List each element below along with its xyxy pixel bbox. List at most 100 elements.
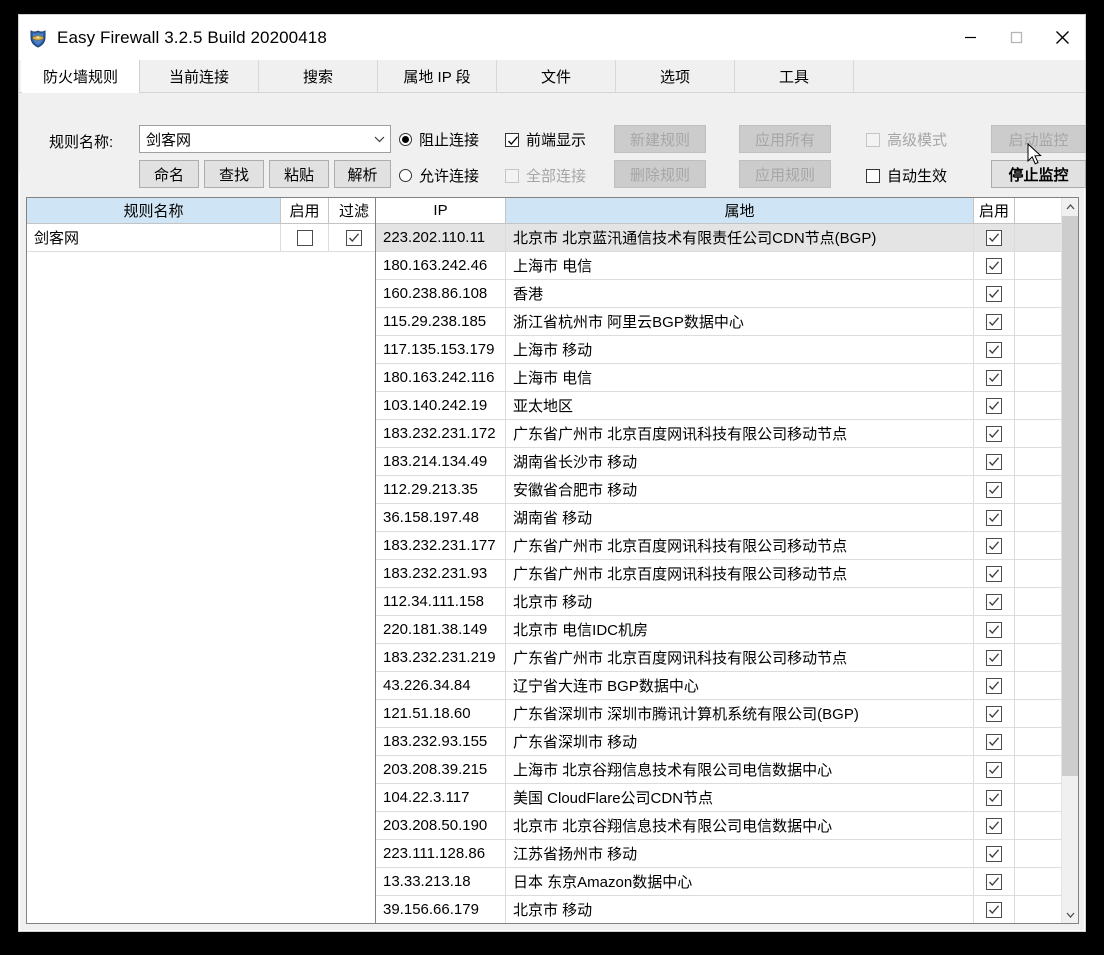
ip-enable-checkbox[interactable]: [986, 621, 1002, 638]
ip-enable-checkbox[interactable]: [986, 509, 1002, 526]
paste-button[interactable]: 粘贴: [269, 160, 329, 188]
scroll-up-icon[interactable]: [1062, 198, 1078, 215]
column-header-enable[interactable]: 启用: [281, 198, 329, 223]
minimize-icon[interactable]: [947, 15, 993, 60]
ip-table-row[interactable]: 104.22.3.117 美国 CloudFlare公司CDN节点: [376, 784, 1078, 812]
ip-table-row[interactable]: 39.156.66.179 北京市 移动: [376, 896, 1078, 923]
location-cell: 日本 东京Amazon数据中心: [506, 868, 974, 895]
ip-spacer-cell: [1015, 812, 1058, 839]
ip-table-row[interactable]: 183.232.231.172 广东省广州市 北京百度网讯科技有限公司移动节点: [376, 420, 1078, 448]
ip-spacer-cell: [1015, 280, 1058, 307]
ip-table-row[interactable]: 220.181.38.149 北京市 电信IDC机房: [376, 616, 1078, 644]
ip-enable-checkbox[interactable]: [986, 425, 1002, 442]
ip-table-row[interactable]: 183.232.231.219 广东省广州市 北京百度网讯科技有限公司移动节点: [376, 644, 1078, 672]
ip-table-row[interactable]: 180.163.242.116 上海市 电信: [376, 364, 1078, 392]
ip-table-row[interactable]: 43.226.34.84 辽宁省大连市 BGP数据中心: [376, 672, 1078, 700]
ip-cell: 183.232.231.172: [376, 420, 506, 447]
ip-enable-checkbox[interactable]: [986, 817, 1002, 834]
column-header-rule-name[interactable]: 规则名称: [27, 198, 281, 223]
new-rule-button: 新建规则: [614, 125, 706, 153]
rule-filter-checkbox[interactable]: [346, 229, 362, 246]
ip-enable-checkbox[interactable]: [986, 845, 1002, 862]
ip-enable-checkbox[interactable]: [986, 313, 1002, 330]
ip-table-row[interactable]: 223.202.110.11 北京市 北京蓝汛通信技术有限责任公司CDN节点(BG…: [376, 224, 1078, 252]
ip-table-row[interactable]: 13.33.213.18 日本 东京Amazon数据中心: [376, 868, 1078, 896]
rule-name-combobox[interactable]: 剑客网: [139, 125, 391, 153]
tab-firewall-rules[interactable]: 防火墙规则: [21, 60, 140, 93]
tab-label: 选项: [659, 68, 690, 86]
ip-enable-checkbox[interactable]: [986, 789, 1002, 806]
scrollbar-thumb[interactable]: [1062, 216, 1078, 776]
ip-table-row[interactable]: 203.208.39.215 上海市 北京谷翔信息技术有限公司电信数据中心: [376, 756, 1078, 784]
ip-enable-cell: [974, 392, 1015, 419]
ip-table-row[interactable]: 117.135.153.179 上海市 移动: [376, 336, 1078, 364]
rule-list-row[interactable]: 剑客网: [27, 224, 381, 252]
column-header-enable[interactable]: 启用: [974, 198, 1015, 223]
ip-enable-checkbox[interactable]: [986, 397, 1002, 414]
ip-spacer-cell: [1015, 728, 1058, 755]
ip-table-row[interactable]: 180.163.242.46 上海市 电信: [376, 252, 1078, 280]
tab-label: 防火墙规则: [42, 68, 118, 86]
column-header-filter[interactable]: 过滤: [329, 198, 379, 223]
rename-button[interactable]: 命名: [139, 160, 199, 188]
parse-button[interactable]: 解析: [334, 160, 391, 188]
tab-current-connections[interactable]: 当前连接: [140, 60, 259, 92]
tab-search[interactable]: 搜索: [259, 60, 378, 92]
maximize-icon[interactable]: [993, 15, 1039, 60]
ip-table-row[interactable]: 160.238.86.108 香港: [376, 280, 1078, 308]
ip-table-row[interactable]: 112.29.213.35 安徽省合肥市 移动: [376, 476, 1078, 504]
ip-enable-checkbox[interactable]: [986, 229, 1002, 246]
column-header-location[interactable]: 属地: [506, 198, 974, 223]
ip-enable-checkbox[interactable]: [986, 481, 1002, 498]
ip-table-row[interactable]: 183.232.231.93 广东省广州市 北京百度网讯科技有限公司移动节点: [376, 560, 1078, 588]
ip-enable-checkbox[interactable]: [986, 733, 1002, 750]
ip-enable-checkbox[interactable]: [986, 649, 1002, 666]
scroll-down-icon[interactable]: [1062, 906, 1078, 923]
ip-table-row[interactable]: 121.51.18.60 广东省深圳市 深圳市腾讯计算机系统有限公司(BGP): [376, 700, 1078, 728]
location-cell: 湖南省长沙市 移动: [506, 448, 974, 475]
ip-cell: 223.111.128.86: [376, 840, 506, 867]
ip-enable-checkbox[interactable]: [986, 873, 1002, 890]
ip-enable-checkbox[interactable]: [986, 369, 1002, 386]
ip-table-row[interactable]: 183.214.134.49 湖南省长沙市 移动: [376, 448, 1078, 476]
close-icon[interactable]: [1039, 15, 1085, 60]
ip-enable-checkbox[interactable]: [986, 341, 1002, 358]
checkbox-auto-effect[interactable]: 自动生效: [866, 165, 947, 186]
ip-enable-checkbox[interactable]: [986, 453, 1002, 470]
ip-table-row[interactable]: 103.140.242.19 亚太地区: [376, 392, 1078, 420]
ip-enable-checkbox[interactable]: [986, 677, 1002, 694]
ip-enable-checkbox[interactable]: [986, 565, 1002, 582]
ip-enable-checkbox[interactable]: [986, 285, 1002, 302]
ip-enable-checkbox[interactable]: [986, 705, 1002, 722]
ip-table-row[interactable]: 183.232.231.177 广东省广州市 北京百度网讯科技有限公司移动节点: [376, 532, 1078, 560]
tab-label: 搜索: [302, 68, 333, 86]
ip-enable-checkbox[interactable]: [986, 537, 1002, 554]
ip-cell: 203.208.50.190: [376, 812, 506, 839]
ip-table-row[interactable]: 203.208.50.190 北京市 北京谷翔信息技术有限公司电信数据中心: [376, 812, 1078, 840]
radio-unselected-icon: [399, 169, 412, 182]
checkbox-front-display[interactable]: 前端显示: [505, 129, 586, 150]
radio-allow-connection[interactable]: 允许连接: [399, 165, 479, 186]
tab-file[interactable]: 文件: [497, 60, 616, 92]
ip-table-row[interactable]: 36.158.197.48 湖南省 移动: [376, 504, 1078, 532]
tab-options[interactable]: 选项: [616, 60, 735, 92]
chevron-down-icon[interactable]: [368, 136, 390, 143]
ip-enable-checkbox[interactable]: [986, 901, 1002, 918]
tab-region-ip-range[interactable]: 属地 IP 段: [378, 60, 497, 92]
rule-enable-checkbox[interactable]: [296, 229, 313, 246]
ip-table-row[interactable]: 112.34.111.158 北京市 移动: [376, 588, 1078, 616]
ip-spacer-cell: [1015, 588, 1058, 615]
tab-tools[interactable]: 工具: [735, 60, 854, 92]
find-button[interactable]: 查找: [204, 160, 264, 188]
ip-table-row[interactable]: 115.29.238.185 浙江省杭州市 阿里云BGP数据中心: [376, 308, 1078, 336]
ip-enable-checkbox[interactable]: [986, 593, 1002, 610]
ip-table-row[interactable]: 183.232.93.155 广东省深圳市 移动: [376, 728, 1078, 756]
radio-block-connection[interactable]: 阻止连接: [399, 129, 479, 150]
ip-enable-checkbox[interactable]: [986, 761, 1002, 778]
ip-enable-checkbox[interactable]: [986, 257, 1002, 274]
ip-enable-cell: [974, 364, 1015, 391]
ip-spacer-cell: [1015, 644, 1058, 671]
vertical-scrollbar[interactable]: [1061, 198, 1078, 923]
column-header-ip[interactable]: IP: [376, 198, 506, 223]
ip-table-row[interactable]: 223.111.128.86 江苏省扬州市 移动: [376, 840, 1078, 868]
